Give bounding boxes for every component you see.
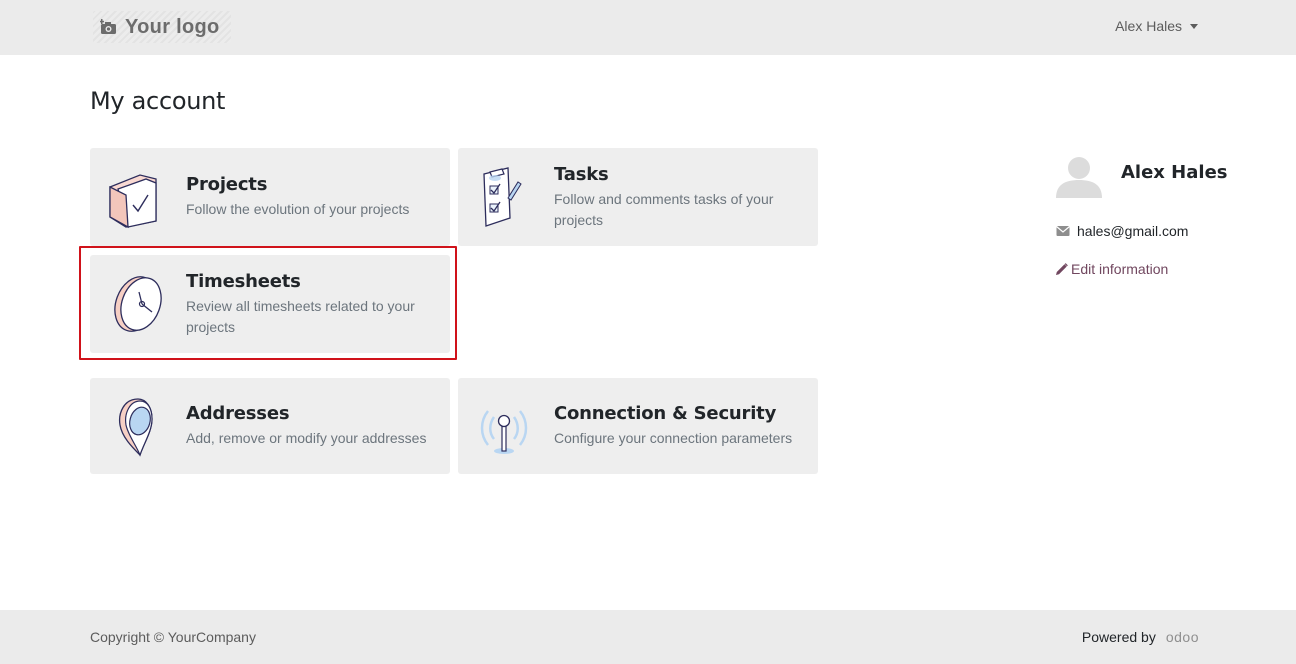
page-title: My account	[90, 87, 226, 115]
card-timesheets[interactable]: Timesheets Review all timesheets related…	[90, 255, 450, 353]
edit-information-label: Edit information	[1071, 261, 1169, 277]
odoo-logo[interactable]: odoo	[1166, 629, 1199, 645]
projects-folder-icon	[109, 174, 157, 229]
edit-information-link[interactable]: Edit information	[1055, 261, 1168, 277]
sidebar-email-text: hales@gmail.com	[1077, 223, 1189, 239]
card-projects[interactable]: Projects Follow the evolution of your pr…	[90, 148, 450, 246]
card-addresses[interactable]: Addresses Add, remove or modify your add…	[90, 378, 450, 474]
card-description: Review all timesheets related to your pr…	[186, 297, 415, 335]
footer: Copyright © YourCompany Powered by odoo	[0, 610, 1296, 664]
card-description: Configure your connection parameters	[554, 430, 793, 446]
card-description: Add, remove or modify your addresses	[186, 430, 427, 446]
footer-copyright: Copyright © YourCompany	[90, 629, 256, 645]
card-title: Projects	[186, 174, 268, 195]
avatar	[1054, 152, 1104, 198]
powered-by-label: Powered by	[1081, 629, 1156, 645]
top-navbar: Your logo Alex Hales	[0, 0, 1296, 55]
card-title: Addresses	[186, 403, 290, 424]
card-description: Follow and comments tasks of your projec…	[554, 190, 774, 228]
sidebar-email: hales@gmail.com	[1056, 223, 1188, 239]
sidebar-user-name: Alex Hales	[1121, 162, 1228, 183]
camera-icon	[100, 19, 116, 34]
company-logo[interactable]: Your logo	[93, 11, 231, 43]
tasks-checklist-icon	[483, 167, 522, 227]
card-title: Tasks	[554, 163, 609, 185]
powered-by: Powered by odoo	[1082, 629, 1199, 645]
card-connection-security[interactable]: Connection & Security Configure your con…	[458, 378, 818, 474]
antenna-signal-icon	[480, 410, 528, 454]
card-description: Follow the evolution of your projects	[186, 201, 410, 217]
timesheets-clock-icon	[114, 276, 162, 332]
envelope-icon	[1056, 226, 1070, 236]
card-title: Timesheets	[186, 270, 301, 292]
map-pin-icon	[118, 398, 153, 457]
card-tasks[interactable]: Tasks Follow and comments tasks of your …	[458, 148, 818, 246]
user-menu-dropdown[interactable]: Alex Hales	[1115, 18, 1198, 34]
logo-text: Your logo	[125, 15, 220, 38]
card-title: Connection & Security	[554, 403, 777, 424]
pencil-icon	[1056, 262, 1068, 275]
caret-down-icon	[1190, 23, 1198, 29]
user-menu-name: Alex Hales	[1115, 18, 1182, 34]
